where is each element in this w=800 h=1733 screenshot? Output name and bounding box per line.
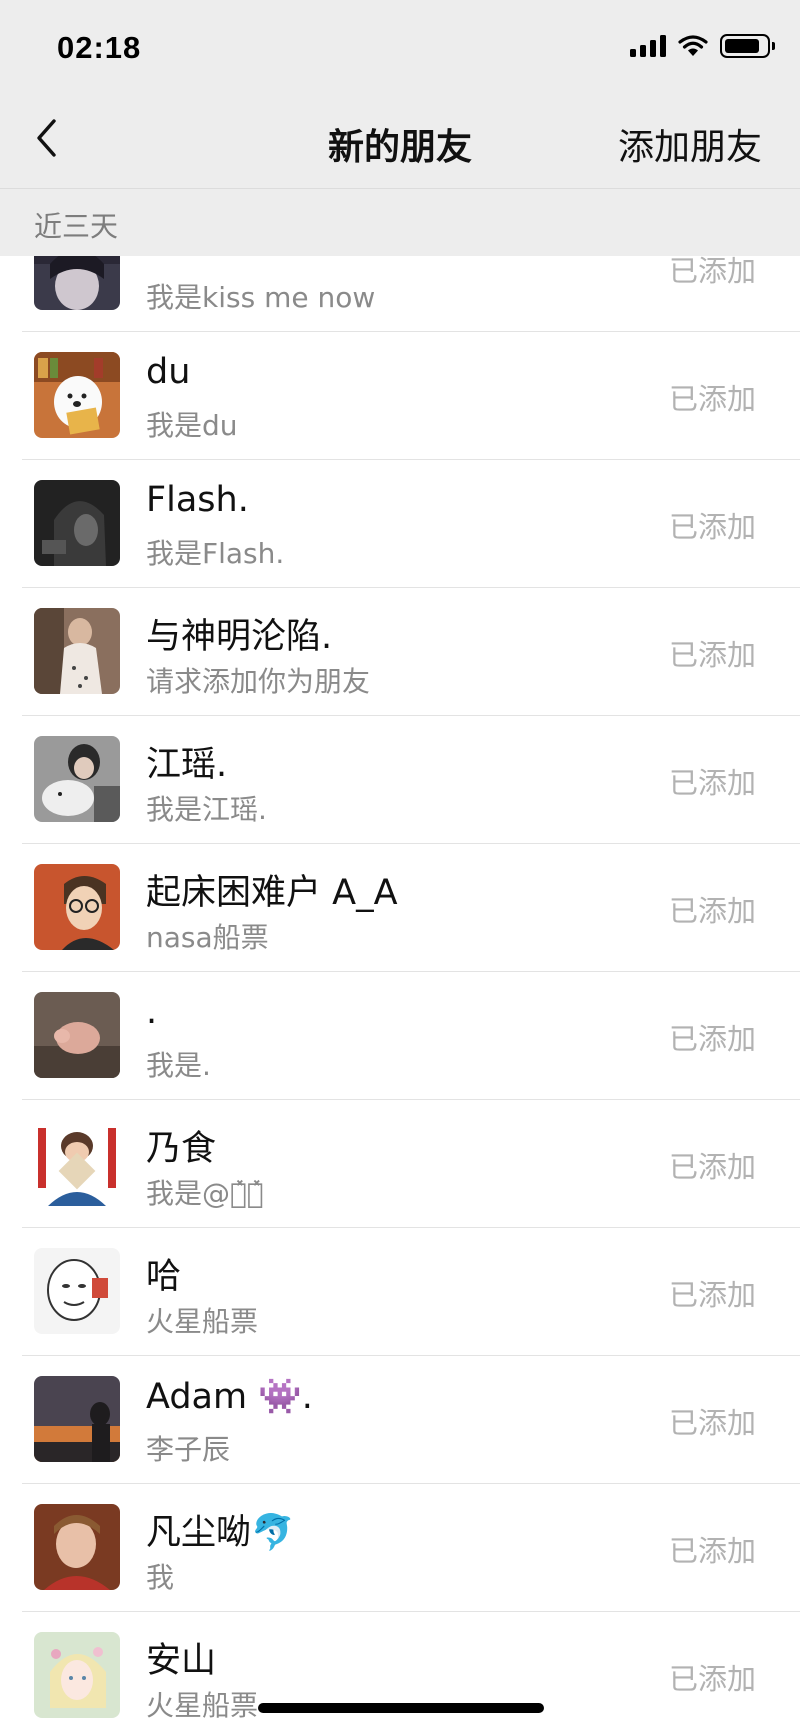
navigation-bar: 新的朋友 添加朋友 (0, 96, 800, 188)
added-status: 已添加 (668, 1534, 756, 1568)
contact-row[interactable]: 凡尘呦🐬 我 已添加 (0, 1484, 800, 1612)
added-status: 已添加 (668, 1406, 756, 1440)
added-status: 已添加 (668, 1150, 756, 1184)
added-status: 已添加 (668, 766, 756, 800)
section-header: 近三天 (0, 188, 800, 256)
avatar (34, 608, 120, 694)
status-bar: 02:18 (0, 0, 800, 96)
avatar (34, 1504, 120, 1590)
avatar (34, 992, 120, 1078)
chevron-left-icon (37, 119, 56, 157)
signal-icon (630, 35, 666, 57)
contact-name: du (146, 352, 191, 392)
battery-icon (720, 34, 775, 58)
contact-message: 我是@乃̽食̽ (146, 1177, 264, 1210)
added-status: 已添加 (668, 638, 756, 672)
header: 02:18 新的朋友 添加朋友 (0, 0, 800, 188)
added-status: 已添加 (668, 1022, 756, 1056)
contact-name: . (146, 992, 158, 1032)
contact-name: 乃食 (146, 1129, 217, 1169)
contact-message: 我是du (146, 409, 238, 442)
contact-row[interactable]: 与神明沦陷. 请求添加你为朋友 已添加 (0, 588, 800, 716)
avatar (34, 1120, 120, 1206)
contact-row[interactable]: 乃食 我是@乃̽食̽ 已添加 (0, 1100, 800, 1228)
contact-row[interactable]: 哈 火星船票 已添加 (0, 1228, 800, 1356)
contact-row[interactable]: 江瑶. 我是江瑶. 已添加 (0, 716, 800, 844)
contact-message: 火星船票 (146, 1305, 259, 1338)
contact-message: 我是Flash. (146, 537, 285, 570)
contact-name: 与神明沦陷. (146, 617, 333, 657)
avatar (34, 1376, 120, 1462)
contact-message: 李子辰 (146, 1433, 231, 1466)
contact-name: 安山 (146, 1641, 217, 1681)
added-status: 已添加 (668, 382, 756, 416)
contact-name: 凡尘呦🐬 (146, 1513, 295, 1553)
avatar (34, 480, 120, 566)
contact-name: Flash. (146, 480, 249, 520)
section-label: 近三天 (34, 210, 119, 243)
added-status: 已添加 (668, 510, 756, 544)
contact-message: 我 (146, 1561, 175, 1594)
system-icons (630, 34, 775, 58)
avatar (34, 864, 120, 950)
add-friend-button[interactable]: 添加朋友 (618, 118, 762, 170)
avatar (34, 736, 120, 822)
contact-row[interactable]: . 我是. 已添加 (0, 972, 800, 1100)
contact-message: 我是kiss me now (146, 281, 376, 314)
added-status: 已添加 (668, 1278, 756, 1312)
contact-name: Adam 👾. (146, 1377, 313, 1417)
wifi-icon (678, 35, 708, 56)
back-button[interactable] (26, 114, 66, 162)
avatar (34, 1248, 120, 1334)
home-indicator[interactable] (258, 1703, 544, 1713)
contact-name: 江瑶. (146, 745, 228, 785)
contact-message: 请求添加你为朋友 (146, 665, 371, 698)
avatar (34, 1632, 120, 1718)
contact-message: 我是江瑶. (146, 793, 267, 826)
contact-message: 火星船票 (146, 1689, 259, 1722)
contact-row[interactable]: Flash. 我是Flash. 已添加 (0, 460, 800, 588)
contact-message: nasa船票 (146, 921, 269, 954)
contact-row[interactable]: 安山 火星船票 已添加 (0, 1612, 800, 1733)
contact-name: 哈 (146, 1257, 182, 1297)
contact-row[interactable]: 起床困难户 A_A nasa船票 已添加 (0, 844, 800, 972)
added-status: 已添加 (668, 894, 756, 928)
contact-name: 起床困难户 A_A (146, 873, 398, 913)
avatar (34, 352, 120, 438)
contact-row[interactable]: du 我是du 已添加 (0, 332, 800, 460)
added-status: 已添加 (668, 1662, 756, 1696)
contact-row[interactable]: Adam 👾. 李子辰 已添加 (0, 1356, 800, 1484)
contact-message: 我是. (146, 1049, 211, 1082)
clock: 02:18 (57, 30, 142, 65)
